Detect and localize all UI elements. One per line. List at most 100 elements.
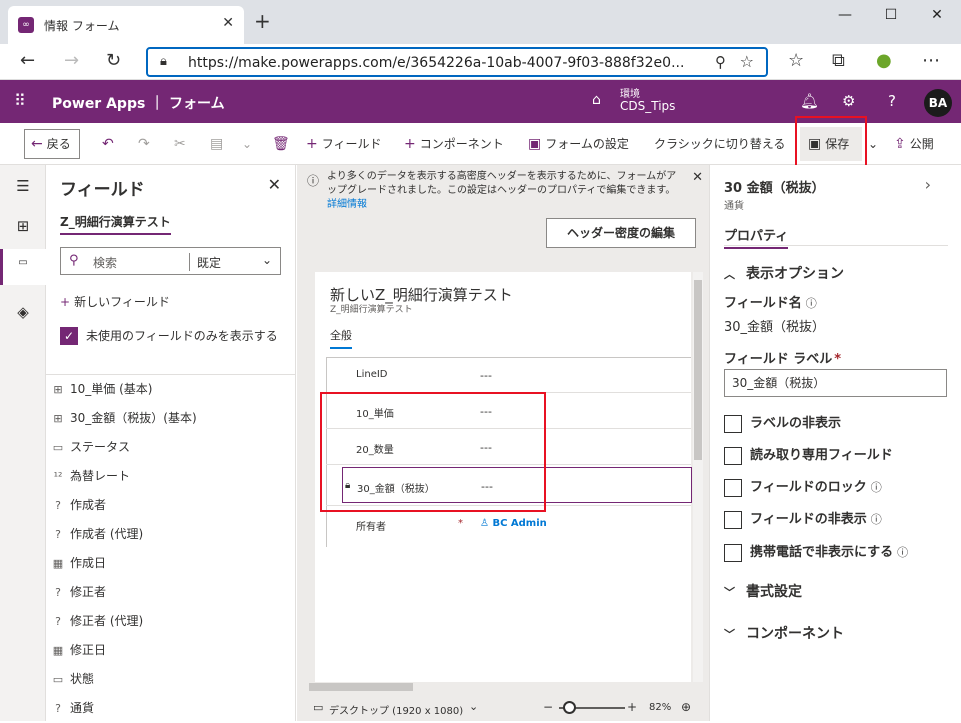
delete-icon[interactable]: 🗑︎ [272, 131, 294, 157]
new-field-button[interactable]: + 新しいフィールド [60, 293, 170, 310]
forward-arrow-icon[interactable]: → [64, 51, 79, 71]
address-bar[interactable]: 🔒︎ https://make.powerapps.com/e/3654226a… [146, 47, 768, 77]
field-search-box[interactable]: ⚲ 検索 既定 ⌄ [60, 247, 281, 275]
checkbox-box[interactable] [724, 543, 742, 562]
desktop-icon: ▭ [313, 701, 324, 714]
publish-label: 公開 [909, 137, 934, 151]
extension-icon[interactable]: ● [876, 51, 892, 71]
more-menu-icon[interactable]: ⋯ [922, 51, 940, 71]
fields-rail-item[interactable]: ▭ [0, 249, 46, 285]
chevron-down-icon[interactable]: ⌄ [262, 253, 272, 267]
fit-to-screen-icon[interactable]: ⊕ [681, 700, 691, 714]
minimize-icon[interactable]: — [822, 0, 868, 32]
zoom-slider-thumb[interactable] [563, 701, 576, 714]
field-item-label: 10_単価 (基本) [70, 382, 153, 396]
components-section[interactable]: ﹀ コンポーネント [724, 623, 844, 643]
view-size-select[interactable]: デスクトップ (1920 x 1080) [329, 702, 463, 717]
chevron-down-icon[interactable]: ⌄ [469, 700, 478, 713]
help-icon[interactable]: ? [888, 92, 896, 110]
switch-classic-button[interactable]: クラシックに切り替える [654, 131, 785, 157]
checkbox-box[interactable] [724, 414, 742, 433]
display-options-section[interactable]: ︿ 表示オプション [724, 263, 844, 283]
owner-value[interactable]: ♙ BC Admin [480, 518, 547, 529]
field-filter-select[interactable]: 既定 [197, 254, 221, 271]
field-list-item[interactable]: ? 修正者 [50, 578, 106, 606]
tree-view-layers-icon[interactable]: ◈ [0, 303, 46, 321]
refresh-icon[interactable]: ↻ [106, 51, 121, 71]
horizontal-scrollbar[interactable] [297, 681, 709, 691]
notification-bell-icon[interactable]: 🔔︎ [800, 92, 819, 110]
edit-header-density-button[interactable]: ヘッダー密度の編集 [546, 218, 696, 248]
favorites-icon[interactable]: ☆ [788, 51, 804, 71]
vertical-scrollbar[interactable] [693, 272, 703, 682]
checkbox-box[interactable] [724, 478, 742, 497]
field-list-item[interactable]: ▭ 状態 [50, 665, 94, 693]
cut-icon[interactable]: ✂ [174, 131, 190, 157]
add-field-label: フィールド [321, 137, 382, 151]
fields-panel-title: フィールド [60, 180, 145, 200]
form-row-lineid[interactable]: LineID --- [326, 357, 691, 393]
field-list-item[interactable]: ▭ ステータス [50, 433, 130, 461]
environment-name[interactable]: CDS_Tips [620, 99, 675, 113]
favorite-star-icon[interactable]: ☆ [740, 52, 754, 71]
label-text: フィールド ラベル [724, 352, 833, 367]
components-icon[interactable]: ⊞ [0, 217, 46, 235]
add-field-button[interactable]: + フィールド [306, 131, 382, 157]
hscroll-thumb[interactable] [309, 683, 413, 691]
redo-icon[interactable]: ↷ [138, 131, 154, 157]
plus-icon: + [60, 295, 71, 309]
tab-general[interactable]: 全般 [330, 327, 352, 349]
back-arrow-icon[interactable]: ← [20, 51, 35, 71]
browser-tab[interactable]: ∞ 情報 フォーム ✕ [8, 6, 244, 44]
lock-field-checkbox[interactable]: フィールドのロック ⓘ [724, 476, 882, 497]
field-list-item[interactable]: ? 修正者 (代理) [50, 607, 143, 635]
waffle-icon[interactable]: ⠿ [14, 91, 27, 110]
paste-dropdown-icon[interactable]: ⌄ [242, 131, 252, 157]
chevron-right-icon[interactable]: › [925, 175, 931, 194]
checkbox-box[interactable] [724, 510, 742, 529]
checkbox-box[interactable] [724, 446, 742, 465]
hide-field-checkbox[interactable]: フィールドの非表示 ⓘ [724, 508, 882, 529]
user-avatar[interactable]: BA [924, 89, 952, 117]
back-button[interactable]: ← 戻る [24, 129, 80, 159]
learn-more-link[interactable]: 詳細情報 [327, 199, 367, 210]
save-dropdown-icon[interactable]: ⌄ [868, 131, 878, 157]
scroll-thumb[interactable] [694, 280, 702, 460]
field-list-item[interactable]: ▦ 修正日 [50, 636, 106, 664]
field-item-label: 通貨 [70, 701, 95, 715]
field-label-input[interactable]: 30_金額（税抜） [724, 369, 947, 397]
required-asterisk: * [834, 352, 842, 367]
hide-label-checkbox[interactable]: ラベルの非表示 [724, 412, 841, 433]
field-list-item[interactable]: ▦ 作成日 [50, 549, 106, 577]
field-list-item[interactable]: ? 作成者 (代理) [50, 520, 143, 548]
field-list-item[interactable]: ? 通貨 [50, 694, 94, 722]
collections-icon[interactable]: ⧉ [832, 51, 845, 71]
field-list-item[interactable]: ⊞ 30_金額（税抜）(基本) [50, 404, 196, 432]
tab-close-icon[interactable]: ✕ [222, 15, 234, 31]
close-panel-icon[interactable]: ✕ [268, 175, 281, 194]
chevron-down-icon: ﹀ [724, 586, 735, 599]
zoom-in-icon[interactable]: + [627, 700, 637, 714]
add-component-button[interactable]: + コンポーネント [404, 131, 504, 157]
banner-close-icon[interactable]: ✕ [692, 170, 703, 185]
field-list-item[interactable]: ¹² 為替レート [50, 462, 130, 490]
zoom-icon[interactable]: ⚲ [715, 53, 726, 71]
new-tab-icon[interactable]: + [254, 11, 271, 31]
lookup-icon: ? [55, 702, 61, 715]
field-list-item[interactable]: ? 作成者 [50, 491, 106, 519]
unused-fields-checkbox[interactable]: ✓ [60, 327, 78, 345]
undo-icon[interactable]: ↶ [102, 131, 118, 157]
read-only-checkbox[interactable]: 読み取り専用フィールド [724, 444, 893, 465]
window-close-icon[interactable]: ✕ [914, 0, 960, 32]
maximize-icon[interactable]: ☐ [868, 0, 914, 32]
publish-button[interactable]: ⇪ 公開 [894, 131, 934, 157]
hamburger-menu-icon[interactable]: ☰ [0, 177, 46, 195]
form-settings-button[interactable]: ▣ フォームの設定 [528, 131, 629, 157]
formatting-section[interactable]: ﹀ 書式設定 [724, 581, 802, 601]
settings-gear-icon[interactable]: ⚙ [842, 92, 855, 110]
zoom-out-icon[interactable]: − [543, 700, 553, 714]
field-list-item[interactable]: ⊞ 10_単価 (基本) [50, 375, 152, 403]
paste-icon[interactable]: ▤ [210, 131, 227, 157]
search-input[interactable]: 検索 [93, 254, 117, 271]
hide-on-phone-checkbox[interactable]: 携帯電話で非表示にする ⓘ [724, 541, 908, 562]
